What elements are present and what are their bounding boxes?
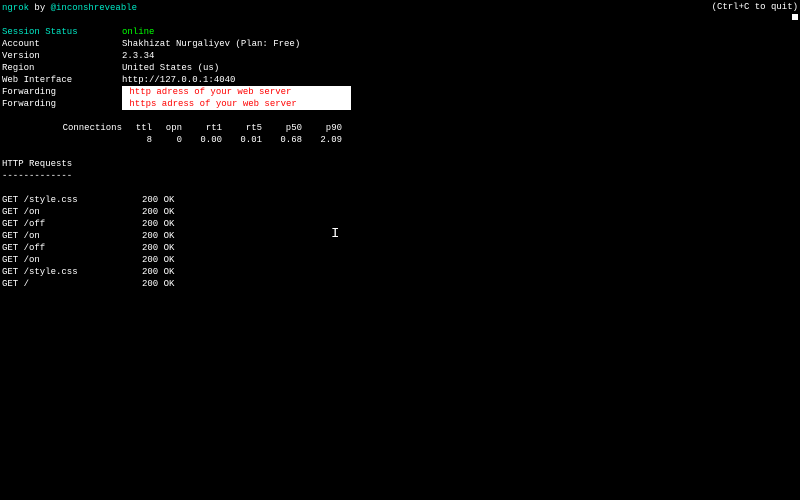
http-row: GET /style.css200 OK	[2, 194, 798, 206]
by-text: by	[29, 2, 51, 14]
row-web-interface: Web Interface http://127.0.0.1:4040	[2, 74, 798, 86]
http-status: 200 OK	[142, 206, 174, 218]
label-session-status: Session Status	[2, 26, 122, 38]
row-connections-header: Connections ttl opn rt1 rt5 p50 p90	[2, 122, 798, 134]
val-opn: 0	[152, 134, 182, 146]
http-sep: -------------	[2, 170, 798, 182]
label-web-interface: Web Interface	[2, 74, 122, 86]
author: @inconshreveable	[51, 2, 137, 14]
value-session-status: online	[122, 26, 154, 38]
http-row: GET /off200 OK	[2, 242, 798, 254]
hdr-rt5: rt5	[222, 122, 262, 134]
http-req: GET /off	[2, 242, 142, 254]
row-session-status: Session Status online	[2, 26, 798, 38]
http-row: GET /on200 OK	[2, 254, 798, 266]
http-row: GET /on200 OK	[2, 230, 798, 242]
row-region: Region United States (us)	[2, 62, 798, 74]
value-web-interface: http://127.0.0.1:4040	[122, 74, 235, 86]
app-name: ngrok	[2, 2, 29, 14]
http-status: 200 OK	[142, 278, 174, 290]
val-p90: 2.09	[302, 134, 342, 146]
http-req: GET /on	[2, 230, 142, 242]
label-version: Version	[2, 50, 122, 62]
http-req: GET /on	[2, 206, 142, 218]
value-account: Shakhizat Nurgaliyev (Plan: Free)	[122, 38, 300, 50]
label-forwarding-1: Forwarding	[2, 86, 122, 98]
http-req: GET /style.css	[2, 266, 142, 278]
http-row: GET /style.css200 OK	[2, 266, 798, 278]
label-connections: Connections	[2, 122, 122, 134]
http-status: 200 OK	[142, 230, 174, 242]
val-ttl: 8	[122, 134, 152, 146]
hdr-p50: p50	[262, 122, 302, 134]
row-account: Account Shakhizat Nurgaliyev (Plan: Free…	[2, 38, 798, 50]
http-title: HTTP Requests	[2, 158, 798, 170]
hdr-ttl: ttl	[122, 122, 152, 134]
val-p50: 0.68	[262, 134, 302, 146]
http-row: GET /off200 OK	[2, 218, 798, 230]
hdr-opn: opn	[152, 122, 182, 134]
val-rt1: 0.00	[182, 134, 222, 146]
http-status: 200 OK	[142, 194, 174, 206]
http-status: 200 OK	[142, 218, 174, 230]
value-region: United States (us)	[122, 62, 219, 74]
val-rt5: 0.01	[222, 134, 262, 146]
http-row: GET /200 OK	[2, 278, 798, 290]
quit-hint: (Ctrl+C to quit)	[712, 1, 798, 13]
terminal: ngrok by @inconshreveable (Ctrl+C to qui…	[0, 0, 800, 500]
http-status: 200 OK	[142, 254, 174, 266]
value-forwarding-http: http adress of your web server	[122, 86, 351, 98]
hdr-p90: p90	[302, 122, 342, 134]
http-req: GET /	[2, 278, 142, 290]
http-status: 200 OK	[142, 266, 174, 278]
value-forwarding-https: https adress of your web server	[122, 98, 351, 110]
http-req: GET /off	[2, 218, 142, 230]
http-req: GET /on	[2, 254, 142, 266]
label-region: Region	[2, 62, 122, 74]
http-req: GET /style.css	[2, 194, 142, 206]
header-line: ngrok by @inconshreveable	[2, 2, 798, 14]
http-status: 200 OK	[142, 242, 174, 254]
row-forwarding-http: Forwarding http adress of your web serve…	[2, 86, 798, 98]
value-version: 2.3.34	[122, 50, 154, 62]
row-forwarding-https: Forwarding https adress of your web serv…	[2, 98, 798, 110]
row-connections-values: 8 0 0.00 0.01 0.68 2.09	[2, 134, 798, 146]
row-version: Version 2.3.34	[2, 50, 798, 62]
scroll-marker	[792, 14, 798, 20]
http-row: GET /on200 OK	[2, 206, 798, 218]
hdr-rt1: rt1	[182, 122, 222, 134]
label-forwarding-2: Forwarding	[2, 98, 122, 110]
label-account: Account	[2, 38, 122, 50]
